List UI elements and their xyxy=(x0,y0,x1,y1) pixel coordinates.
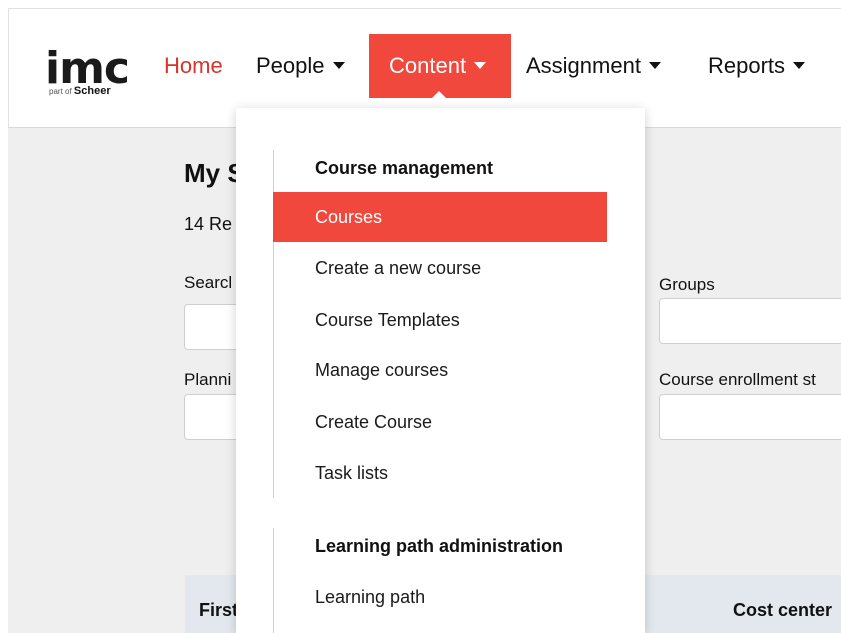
course-enrollment-status-select[interactable] xyxy=(659,394,841,440)
course-enrollment-status-label: Course enrollment st xyxy=(659,370,816,389)
chevron-down-icon xyxy=(332,61,345,69)
imc-logo[interactable]: imc part of Scheer xyxy=(45,47,130,107)
logo-sub-name: Scheer xyxy=(73,85,111,97)
nav-home[interactable]: Home xyxy=(164,34,223,98)
window-edge-top xyxy=(0,0,841,8)
window-edge-left xyxy=(0,0,8,633)
nav-reports[interactable]: Reports xyxy=(708,34,806,98)
section-heading-course-management: Course management xyxy=(315,158,494,178)
menu-item-course-templates[interactable]: Course Templates xyxy=(273,295,607,345)
chevron-down-icon xyxy=(793,61,806,69)
nav-content-label: Content xyxy=(389,53,467,78)
menu-item-learning-path[interactable]: Learning path xyxy=(273,572,607,622)
result-count: 14 Re xyxy=(184,214,233,234)
dropdown-pointer xyxy=(432,91,446,98)
chevron-down-icon xyxy=(474,61,487,69)
menu-item-task-lists[interactable]: Task lists xyxy=(273,448,607,498)
nav-reports-label: Reports xyxy=(708,53,786,78)
content-dropdown-menu: Course management Courses Create a new c… xyxy=(236,108,645,633)
search-label: Searcl xyxy=(184,273,233,292)
column-header-first[interactable]: First xyxy=(199,600,238,621)
menu-item-manage-courses[interactable]: Manage courses xyxy=(273,345,607,395)
column-header-cost-center[interactable]: Cost center xyxy=(733,600,832,621)
nav-people[interactable]: People xyxy=(256,34,345,98)
groups-input[interactable] xyxy=(659,298,841,344)
menu-item-create-a-new-course[interactable]: Create a new course xyxy=(273,243,607,293)
planning-label: Planni xyxy=(184,370,232,389)
section-heading-learning-path-administration: Learning path administration xyxy=(315,536,564,556)
menu-item-courses[interactable]: Courses xyxy=(273,192,607,242)
chevron-down-icon xyxy=(648,61,661,69)
groups-label: Groups xyxy=(659,275,715,294)
logo-sub-prefix: part of xyxy=(49,87,72,96)
nav-people-label: People xyxy=(256,53,325,78)
nav-assignment-label: Assignment xyxy=(526,53,641,78)
nav-content[interactable]: Content xyxy=(369,34,511,98)
menu-item-create-course[interactable]: Create Course xyxy=(273,397,607,447)
nav-assignment[interactable]: Assignment xyxy=(526,34,661,98)
